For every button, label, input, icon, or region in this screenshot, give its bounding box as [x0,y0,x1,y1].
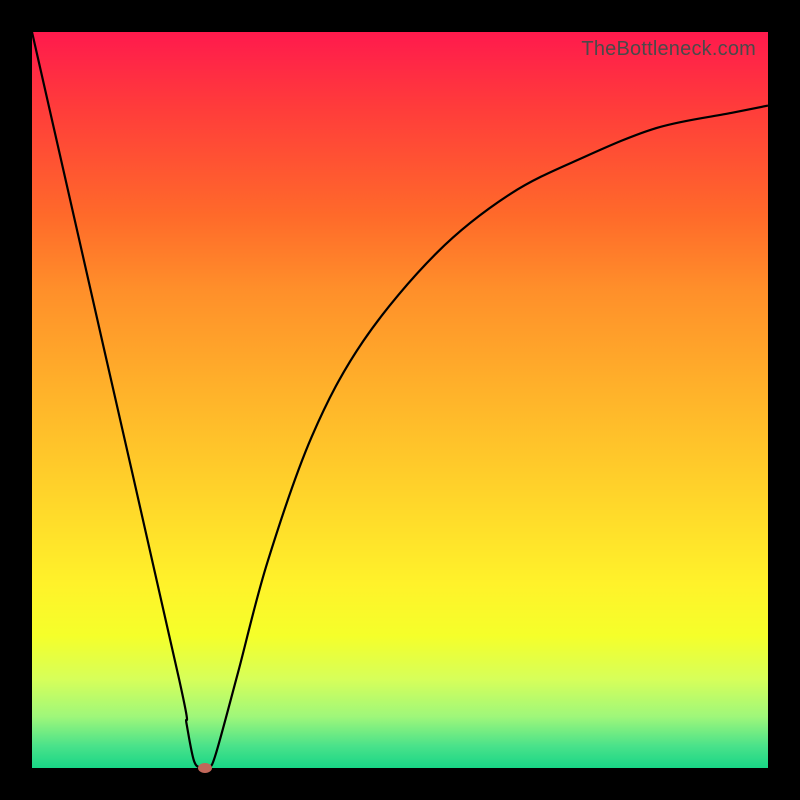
plot-area: TheBottleneck.com [32,32,768,768]
bottleneck-curve [32,32,768,768]
chart-frame: TheBottleneck.com [0,0,800,800]
optimal-point-marker [198,763,212,773]
curve-path [32,32,768,769]
